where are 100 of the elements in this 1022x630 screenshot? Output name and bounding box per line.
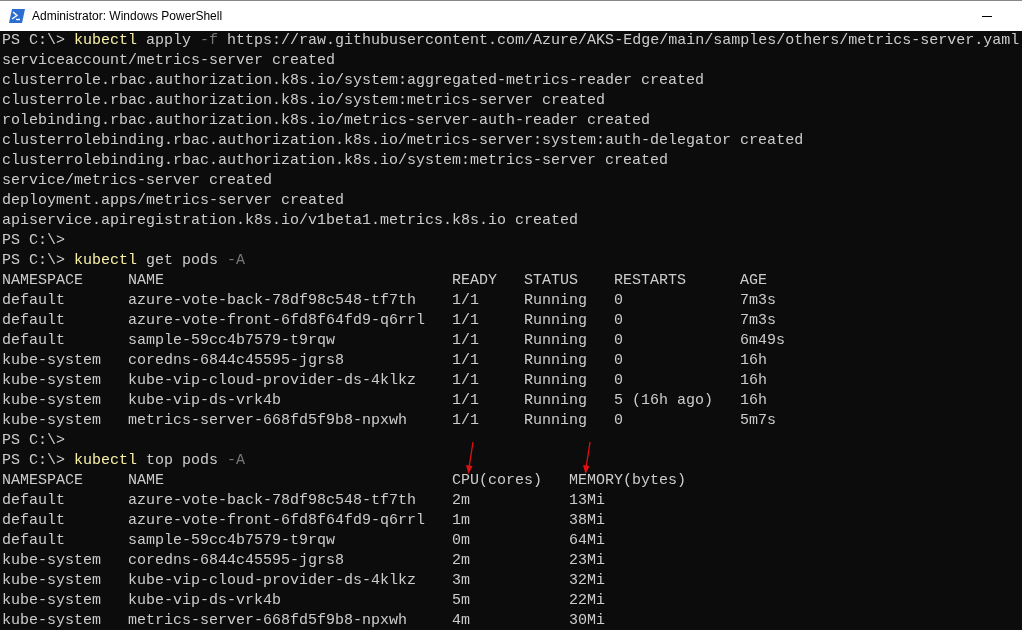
table-cell: kube-system [2,592,102,609]
table-cell: 1/1 [452,352,480,369]
table-cell: Running [524,352,588,369]
table-cell: kube-vip-ds-vrk4b [128,392,282,409]
argument-text: apply [146,31,192,51]
table-cell: 13Mi [569,492,606,509]
argument-text: get [146,251,174,271]
argument-text: pods [182,251,219,271]
table-cell: metrics-server-668fd5f9b8-npxwh [128,412,408,429]
output-line: clusterrolebinding.rbac.authorization.k8s.io/system:metrics-server created [2,151,670,171]
argument-text: top [146,451,174,471]
table-cell: kube-system [2,372,102,389]
table-cell: 64Mi [569,532,606,549]
table-cell: coredns-6844c45595-jgrs8 [128,552,345,569]
table-cell: default [2,492,65,509]
window-title: Administrator: Windows PowerShell [32,8,223,25]
table-cell: 0m [452,532,471,549]
output-line: serviceaccount/metrics-server created [2,51,337,71]
table-cell: 0 [614,292,624,309]
table-cell: Running [524,292,588,309]
table-cell: coredns-6844c45595-jgrs8 [128,352,345,369]
table-cell: 1/1 [452,412,480,429]
table-cell: Running [524,392,588,409]
table-cell: 0 [614,352,624,369]
table-cell: 5m7s [740,412,777,429]
argument-text: https://raw.githubusercontent.com/Azure/AKS-Edge/main/samples/others/metrics-server.yaml [227,31,1020,51]
table-cell: 5m [452,592,471,609]
table-cell: default [2,532,65,549]
table-cell: 3m [452,572,471,589]
table-cell: 1/1 [452,372,480,389]
table-cell: 1/1 [452,332,480,349]
command-text: kubectl [74,251,138,271]
table-cell: default [2,512,65,529]
table-cell: azure-vote-front-6fd8f64fd9-q6rrl [128,312,426,329]
table-cell: 0 [614,332,624,349]
argument-text: pods [182,451,219,471]
output-line: deployment.apps/metrics-server created [2,191,346,211]
table-cell: 38Mi [569,512,606,529]
table-cell: default [2,332,65,349]
table-cell: 23Mi [569,552,606,569]
command-text: kubectl [74,451,138,471]
output-line: apiservice.apiregistration.k8s.io/v1beta1.metrics.k8s.io created [2,211,580,231]
table-cell: 22Mi [569,592,606,609]
table-cell: 32Mi [569,572,606,589]
table-cell: kube-system [2,392,102,409]
table-cell: Running [524,412,588,429]
table-cell: 5 (16h ago) [614,392,714,409]
column-header: NAMESPACE [2,472,83,489]
column-header: RESTARTS [614,272,687,289]
table-cell: 7m3s [740,292,777,309]
table-cell: 7m3s [740,312,777,329]
table-cell: kube-system [2,612,102,629]
table-cell: metrics-server-668fd5f9b8-npxwh [128,612,408,629]
parameter-text: -A [227,251,246,271]
table-cell: sample-59cc4b7579-t9rqw [128,532,336,549]
table-cell: 2m [452,552,471,569]
table-cell: kube-vip-cloud-provider-ds-4klkz [128,372,417,389]
table-cell: Running [524,332,588,349]
table-cell: default [2,292,65,309]
parameter-text: -A [227,451,246,471]
command-text: kubectl [74,31,138,51]
column-header: NAMESPACE [2,272,83,289]
table-cell: 6m49s [740,332,786,349]
prompt-text: PS C:\> [2,31,65,51]
table-cell: kube-system [2,412,102,429]
prompt-text: PS C:\> [2,431,65,451]
table-cell: 0 [614,312,624,329]
prompt-text: PS C:\> [2,251,65,271]
table-cell: Running [524,312,588,329]
table-cell: 1/1 [452,392,480,409]
column-header: NAME [128,272,165,289]
column-header: CPU(cores) [452,472,543,489]
table-cell: azure-vote-back-78df98c548-tf7th [128,492,417,509]
column-header: STATUS [524,272,579,289]
output-line: rolebinding.rbac.authorization.k8s.io/metrics-server-auth-reader created [2,111,652,131]
table-cell: 1/1 [452,292,480,309]
table-cell: kube-system [2,572,102,589]
column-header: AGE [740,272,768,289]
table-cell: 2m [452,492,471,509]
table-cell: kube-vip-ds-vrk4b [128,592,282,609]
table-cell: azure-vote-back-78df98c548-tf7th [128,292,417,309]
table-cell: Running [524,372,588,389]
table-cell: azure-vote-front-6fd8f64fd9-q6rrl [128,512,426,529]
table-cell: 1m [452,512,471,529]
column-header: NAME [128,472,165,489]
minimize-icon[interactable] [982,15,992,17]
table-cell: 16h [740,392,768,409]
column-header: READY [452,272,498,289]
parameter-text: -f [200,31,219,51]
column-header: MEMORY(bytes) [569,472,687,489]
output-line: clusterrole.rbac.authorization.k8s.io/system:aggregated-metrics-reader created [2,71,706,91]
powershell-icon [9,9,25,23]
table-cell: default [2,312,65,329]
table-cell: 0 [614,412,624,429]
table-cell: 16h [740,352,768,369]
table-cell: kube-system [2,352,102,369]
table-cell: 0 [614,372,624,389]
output-line: service/metrics-server created [2,171,274,191]
table-cell: kube-vip-cloud-provider-ds-4klkz [128,572,417,589]
table-cell: kube-system [2,552,102,569]
